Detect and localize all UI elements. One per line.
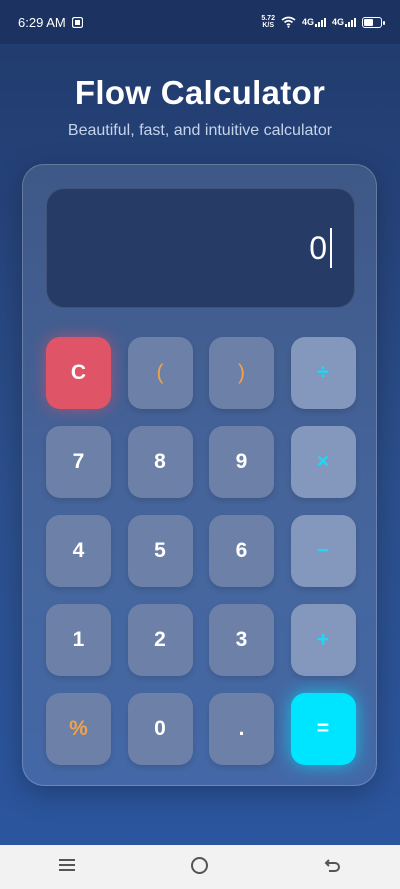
digit-2-button[interactable]: 2 (127, 604, 193, 676)
percent-button[interactable]: % (46, 693, 111, 765)
keypad: C ( ) ÷ 7 8 9 × 4 5 6 − 1 2 3 + % 0 . = (46, 337, 356, 765)
signal-1: 4G (302, 17, 326, 27)
signal-2: 4G (332, 17, 356, 27)
calculator-panel: 0 C ( ) ÷ 7 8 9 × 4 5 6 − 1 2 3 + % 0 . … (22, 164, 377, 786)
digit-9-button[interactable]: 9 (209, 426, 274, 498)
digit-3-button[interactable]: 3 (209, 604, 274, 676)
divide-button[interactable]: ÷ (290, 337, 356, 409)
wifi-icon (281, 16, 296, 28)
battery-icon (362, 16, 385, 28)
app-subtitle: Beautiful, fast, and intuitive calculato… (67, 122, 333, 139)
close-paren-button[interactable]: ) (209, 337, 274, 409)
digit-1-button[interactable]: 1 (46, 604, 111, 676)
clear-button[interactable]: C (46, 337, 111, 409)
back-icon[interactable] (303, 854, 363, 880)
decimal-button[interactable]: . (209, 693, 274, 765)
open-paren-button[interactable]: ( (127, 337, 193, 409)
home-icon[interactable] (170, 854, 230, 880)
network-speed: 5.72 K/S (261, 15, 275, 29)
digit-0-button[interactable]: 0 (127, 693, 193, 765)
minus-button[interactable]: − (290, 515, 356, 587)
notification-icon (71, 16, 83, 28)
system-nav-bar (0, 845, 400, 889)
digit-6-button[interactable]: 6 (209, 515, 274, 587)
app-title: Flow Calculator (74, 74, 326, 111)
digit-5-button[interactable]: 5 (127, 515, 193, 587)
status-time: 6:29 AM (18, 14, 66, 30)
equals-button[interactable]: = (290, 693, 356, 765)
signal-bars-icon (314, 18, 326, 27)
multiply-button[interactable]: × (290, 426, 356, 498)
menu-icon[interactable] (37, 854, 97, 880)
display-value: 0 (309, 229, 327, 266)
digit-7-button[interactable]: 7 (46, 426, 111, 498)
signal-bars-icon (345, 18, 356, 27)
calculator-display: 0 (46, 188, 355, 308)
text-cursor (330, 228, 332, 268)
status-bar: 6:29 AM 5.72 K/S 4G 4G (0, 0, 400, 44)
digit-4-button[interactable]: 4 (46, 515, 111, 587)
digit-8-button[interactable]: 8 (127, 426, 193, 498)
plus-button[interactable]: + (290, 604, 356, 676)
